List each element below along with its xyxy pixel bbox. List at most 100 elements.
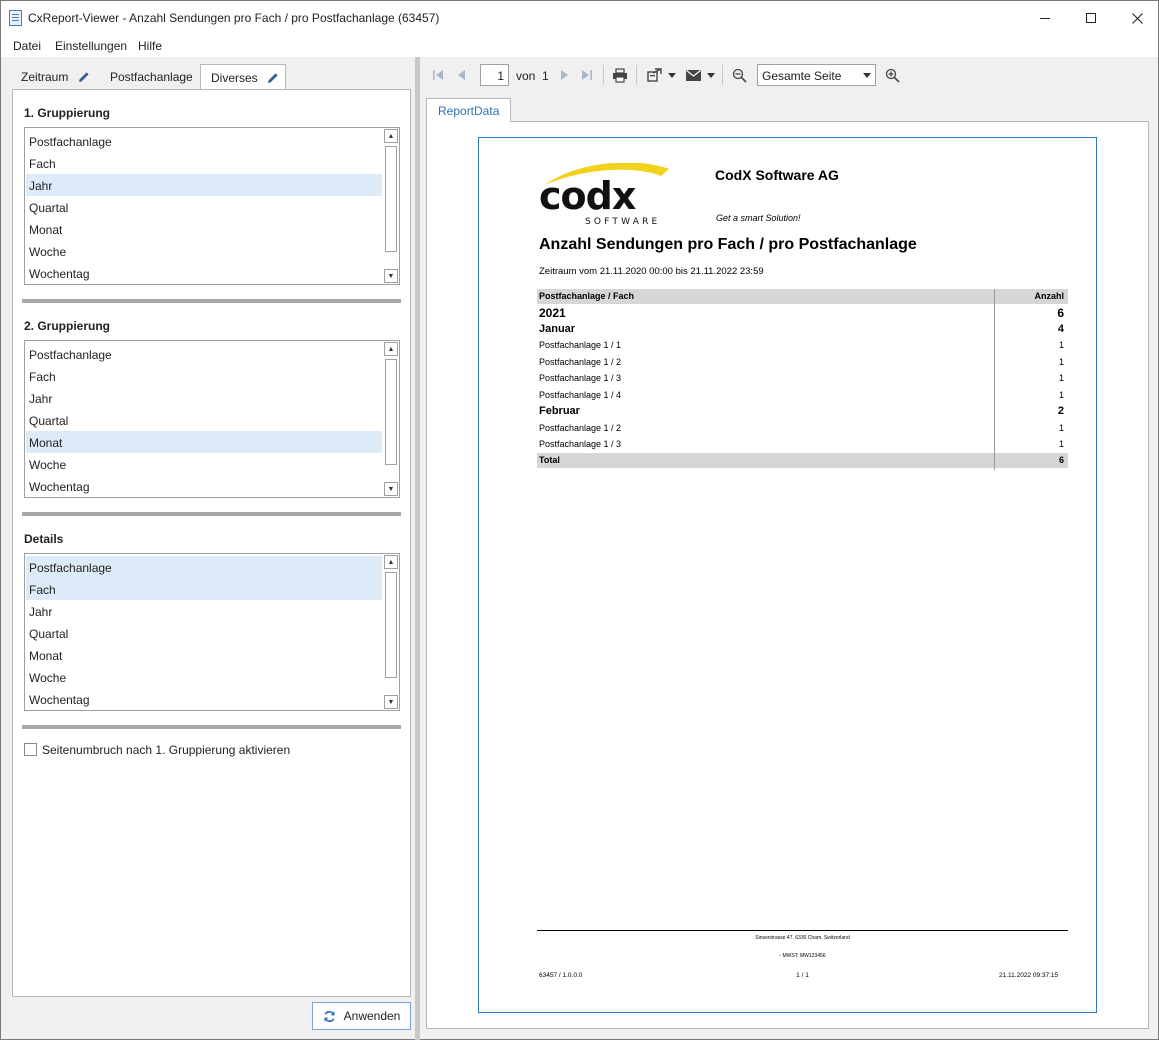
- list-item[interactable]: Postfachanlage: [26, 130, 382, 152]
- report-detail-row: Postfachanlage 1 / 1 1: [537, 337, 1068, 354]
- menu-file[interactable]: Datei: [13, 39, 41, 53]
- page-number-input[interactable]: 1: [480, 64, 509, 86]
- report-detail-row: Postfachanlage 1 / 2 1: [537, 354, 1068, 371]
- scrollbar-thumb[interactable]: [385, 146, 397, 252]
- next-page-button[interactable]: [557, 65, 573, 85]
- divider: [22, 725, 401, 729]
- tab-postfachanlage[interactable]: Postfachanlage: [100, 64, 200, 89]
- tab-diverses[interactable]: Diverses: [200, 64, 286, 89]
- toolbar-separator: [636, 65, 637, 85]
- tab-reportdata[interactable]: ReportData: [426, 98, 511, 122]
- scrollbar-track[interactable]: [384, 357, 398, 481]
- header-label: Postfachanlage / Fach: [539, 291, 635, 301]
- group2-listbox[interactable]: Postfachanlage Fach Jahr Quartal Monat Woche W…: [24, 340, 400, 498]
- codx-logo: codx SOFTWARE: [539, 163, 669, 227]
- maximize-button[interactable]: [1068, 1, 1114, 35]
- row-count: 6: [1057, 306, 1064, 320]
- first-page-button[interactable]: [430, 65, 446, 85]
- list-item[interactable]: Monat: [26, 431, 382, 453]
- tab-zeitraum[interactable]: Zeitraum: [12, 64, 100, 89]
- close-icon: [1131, 12, 1143, 24]
- zoom-out-button[interactable]: [730, 65, 748, 85]
- list-item[interactable]: Postfachanlage: [26, 343, 382, 365]
- row-label: Postfachanlage 1 / 2: [539, 356, 622, 367]
- list-item[interactable]: Jahr: [26, 387, 382, 409]
- tab-label: Diverses: [211, 71, 258, 85]
- list-item[interactable]: Wochentag: [26, 475, 382, 497]
- splitter[interactable]: [415, 57, 420, 1040]
- apply-button[interactable]: Anwenden: [312, 1002, 411, 1030]
- total-count: 6: [1058, 454, 1064, 465]
- pencil-icon: [268, 73, 278, 83]
- row-count: 1: [1058, 439, 1064, 449]
- tab-label: Postfachanlage: [110, 70, 193, 84]
- details-listbox[interactable]: Postfachanlage Fach Jahr Quartal Monat Woche W…: [24, 553, 400, 711]
- list-item[interactable]: Quartal: [26, 196, 382, 218]
- list-item[interactable]: Monat: [26, 218, 382, 240]
- app-icon: [9, 10, 22, 26]
- row-count: 4: [1057, 322, 1064, 335]
- menu-settings[interactable]: Einstellungen: [55, 39, 127, 53]
- list-item[interactable]: Fach: [26, 152, 382, 174]
- pagebreak-label: Seitenumbruch nach 1. Gruppierung aktivi…: [42, 743, 291, 757]
- list-item[interactable]: Jahr: [26, 600, 382, 622]
- minimize-icon: [1040, 17, 1050, 19]
- footer-page: 1 / 1: [796, 972, 809, 979]
- scroll-up-icon[interactable]: ▲: [384, 129, 398, 143]
- list-item[interactable]: Wochentag: [26, 688, 382, 710]
- first-page-icon: [433, 70, 443, 80]
- scrollbar-thumb[interactable]: [385, 572, 397, 678]
- total-label: Total: [539, 454, 560, 465]
- scrollbar-thumb[interactable]: [385, 359, 397, 465]
- last-page-button[interactable]: [579, 65, 595, 85]
- row-count: 1: [1058, 373, 1064, 383]
- export-icon: [646, 68, 662, 82]
- list-item[interactable]: Jahr: [26, 174, 382, 196]
- column-separator: [994, 289, 995, 470]
- list-item[interactable]: Monat: [26, 644, 382, 666]
- footer-vat: - MWST: MW123456: [779, 953, 826, 959]
- minimize-button[interactable]: [1022, 1, 1068, 35]
- scroll-down-icon[interactable]: ▼: [384, 482, 398, 496]
- pagebreak-checkbox[interactable]: [24, 743, 37, 756]
- print-button[interactable]: [610, 65, 630, 85]
- report-table-header: Postfachanlage / Fach Anzahl: [537, 289, 1068, 304]
- report-table-body: 2021 6 Januar 4 Postfachanlage 1 / 1 1 Postfac…: [537, 304, 1068, 453]
- last-page-icon: [582, 70, 592, 80]
- zoom-in-button[interactable]: [883, 65, 901, 85]
- list-item[interactable]: Wochentag: [26, 262, 382, 284]
- dropdown-arrow-icon: [706, 72, 715, 78]
- menu-bar: Datei Einstellungen Hilfe: [1, 35, 1158, 57]
- list-item[interactable]: Woche: [26, 240, 382, 262]
- menu-help[interactable]: Hilfe: [138, 39, 162, 53]
- row-label: Postfachanlage 1 / 2: [539, 422, 622, 433]
- report-detail-row: Postfachanlage 1 / 3 1: [537, 370, 1068, 387]
- export-button[interactable]: [643, 65, 679, 85]
- list-item[interactable]: Woche: [26, 453, 382, 475]
- list-item[interactable]: Postfachanlage: [26, 556, 382, 578]
- scroll-up-icon[interactable]: ▲: [384, 555, 398, 569]
- row-label: Postfachanlage 1 / 3: [539, 373, 622, 383]
- scroll-down-icon[interactable]: ▼: [384, 269, 398, 283]
- scroll-up-icon[interactable]: ▲: [384, 342, 398, 356]
- list-item[interactable]: Woche: [26, 666, 382, 688]
- row-label: Januar: [539, 322, 576, 335]
- details-title: Details: [24, 532, 64, 546]
- zoom-select-value: Gesamte Seite: [762, 69, 842, 83]
- group1-listbox[interactable]: Postfachanlage Fach Jahr Quartal Monat Woche W…: [24, 127, 400, 285]
- list-item[interactable]: Quartal: [26, 409, 382, 431]
- zoom-select[interactable]: Gesamte Seite: [757, 64, 876, 86]
- report-detail-row: Postfachanlage 1 / 4 1: [537, 387, 1068, 404]
- report-detail-row: Postfachanlage 1 / 2 1: [537, 420, 1068, 437]
- scroll-down-icon[interactable]: ▼: [384, 695, 398, 709]
- prev-page-button[interactable]: [453, 65, 469, 85]
- pencil-icon: [78, 72, 89, 82]
- close-button[interactable]: [1114, 1, 1159, 35]
- scrollbar-track[interactable]: [384, 144, 398, 268]
- email-button[interactable]: [683, 65, 717, 85]
- list-item[interactable]: Fach: [26, 578, 382, 600]
- list-item[interactable]: Fach: [26, 365, 382, 387]
- report-title: Anzahl Sendungen pro Fach / pro Postfach…: [539, 236, 917, 253]
- scrollbar-track[interactable]: [384, 570, 398, 694]
- list-item[interactable]: Quartal: [26, 622, 382, 644]
